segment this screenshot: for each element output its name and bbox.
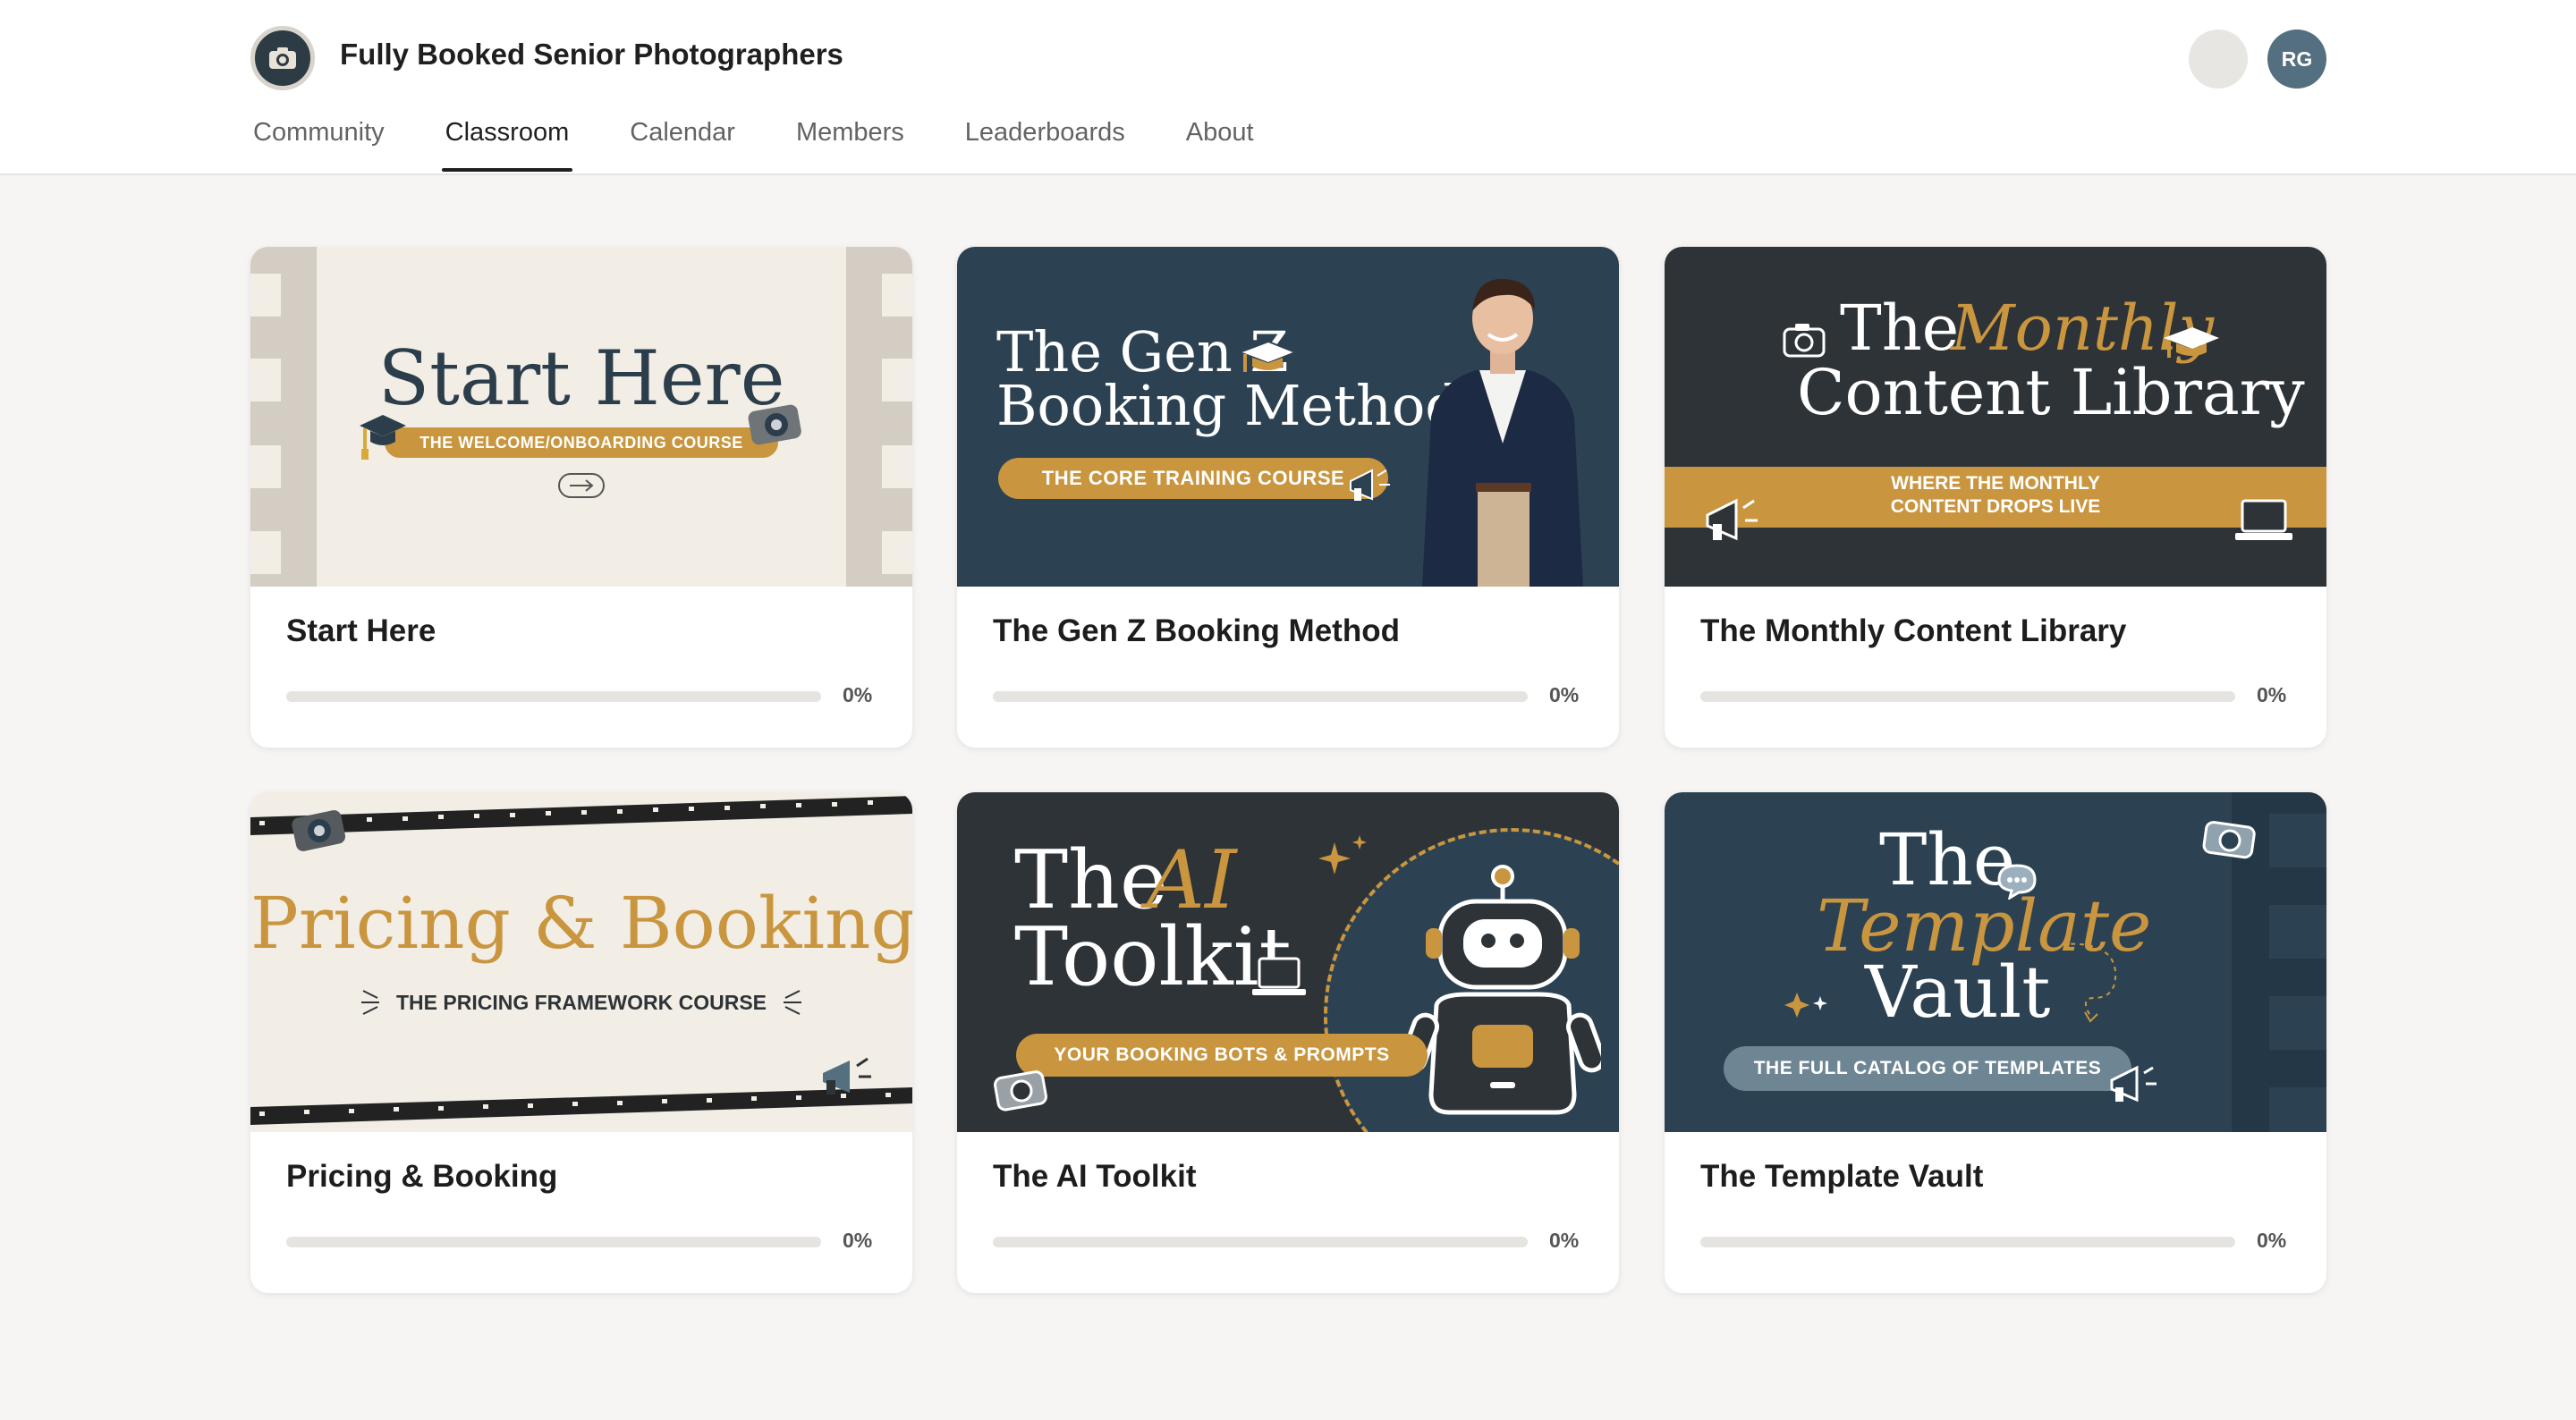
- course-banner: Start Here THE WELCOME/ONBOARDING COURSE: [250, 247, 912, 587]
- camera-icon: [292, 810, 346, 851]
- course-card[interactable]: The AI Toolkit YOUR BOOKING BOTS & PROMP…: [957, 792, 1619, 1293]
- course-banner: The Monthly Content Library WHERE THE MO…: [1665, 247, 2326, 587]
- squiggle-arrow-icon: [2061, 942, 2117, 1023]
- megaphone-icon: [1706, 498, 1758, 541]
- course-title: Pricing & Booking: [286, 1159, 558, 1194]
- banner-tagline: THE FULL CATALOG OF TEMPLATES: [1724, 1046, 2131, 1091]
- course-card[interactable]: The Gen Z Booking Method THE CORE TRAINI…: [957, 247, 1619, 748]
- banner-tagline: THE PRICING FRAMEWORK COURSE: [396, 991, 767, 1014]
- banner-heading: The: [1014, 833, 1168, 927]
- megaphone-icon: [2110, 1065, 2157, 1103]
- notifications-button[interactable]: [2189, 30, 2248, 89]
- banner-tagline: THE WELCOME/ONBOARDING COURSE: [385, 427, 778, 458]
- progress-bar: [1700, 1237, 2235, 1247]
- banner-heading: Vault: [1865, 951, 2051, 1034]
- camera-icon: [2202, 821, 2256, 859]
- banner-tagline: THE CORE TRAINING COURSE: [998, 458, 1388, 499]
- course-card[interactable]: Start Here THE WELCOME/ONBOARDING COURSE…: [250, 247, 912, 748]
- main-nav: Community Classroom Calendar Members Lea…: [253, 114, 1315, 175]
- sparkle-icon: [1784, 993, 1827, 1018]
- course-card[interactable]: The Monthly Content Library WHERE THE MO…: [1665, 247, 2326, 748]
- camera-icon: [269, 47, 296, 69]
- tab-community[interactable]: Community: [253, 114, 385, 175]
- banner-heading: Start Here: [377, 334, 785, 422]
- progress-percent: 0%: [1549, 683, 1580, 706]
- sparkle-icon: [1318, 835, 1367, 875]
- user-avatar[interactable]: RG: [2267, 30, 2326, 89]
- progress-percent: 0%: [843, 683, 873, 706]
- progress-percent: 0%: [2257, 683, 2287, 706]
- robot-icon: [1404, 865, 1601, 1115]
- tab-leaderboards[interactable]: Leaderboards: [965, 114, 1125, 175]
- course-banner: The AI Toolkit YOUR BOOKING BOTS & PROMP…: [957, 792, 1619, 1132]
- megaphone-icon: [823, 1057, 871, 1095]
- camera-icon: [748, 404, 801, 445]
- progress-percent: 0%: [843, 1229, 873, 1252]
- laptop-icon: [1252, 957, 1306, 995]
- course-title: The Monthly Content Library: [1700, 613, 2127, 648]
- arrow-right-icon: [558, 473, 605, 498]
- top-header: Fully Booked Senior Photographers RG Com…: [0, 0, 2576, 175]
- graduation-cap-icon: [1237, 340, 1298, 372]
- tab-calendar[interactable]: Calendar: [630, 114, 735, 175]
- course-title: The Template Vault: [1700, 1159, 1984, 1194]
- sparkle-lines-icon: [361, 990, 379, 1015]
- instructor-photo: [1422, 278, 1583, 587]
- progress-bar: [993, 1237, 1528, 1247]
- course-title: Start Here: [286, 613, 436, 648]
- film-strip: [250, 796, 912, 835]
- tab-about[interactable]: About: [1186, 114, 1254, 175]
- course-title: The Gen Z Booking Method: [993, 613, 1400, 648]
- chat-bubble-icon: [1997, 864, 2037, 900]
- film-strip: [250, 1087, 912, 1125]
- progress-bar: [1700, 691, 2235, 702]
- banner-heading: Content Library: [1797, 356, 2305, 429]
- group-logo[interactable]: [250, 26, 315, 90]
- banner-heading-accent: AI: [1147, 833, 1237, 927]
- progress-bar: [286, 1237, 821, 1247]
- banner-tagline: YOUR BOOKING BOTS & PROMPTS: [1016, 1034, 1428, 1077]
- sparkle-lines-icon: [784, 990, 801, 1015]
- tab-members[interactable]: Members: [796, 114, 904, 175]
- progress-percent: 0%: [1549, 1229, 1580, 1252]
- banner-heading: The: [1840, 292, 1960, 365]
- progress-bar: [993, 691, 1528, 702]
- camera-icon: [1783, 324, 1826, 358]
- course-card[interactable]: The Template Vault THE FULL CATALOG OF T…: [1665, 792, 2326, 1293]
- graduation-cap-icon: [2164, 327, 2219, 358]
- course-banner: Pricing & Booking THE PRICING FRAMEWORK …: [250, 792, 912, 1132]
- camera-icon: [994, 1070, 1047, 1111]
- course-banner: The Template Vault THE FULL CATALOG OF T…: [1665, 792, 2326, 1132]
- course-title: The AI Toolkit: [993, 1159, 1197, 1194]
- progress-bar: [286, 691, 821, 702]
- progress-percent: 0%: [2257, 1229, 2287, 1252]
- graduation-cap-icon: [360, 415, 406, 460]
- group-name[interactable]: Fully Booked Senior Photographers: [340, 38, 843, 72]
- banner-heading: Booking Method: [996, 373, 1461, 438]
- laptop-icon: [2235, 499, 2292, 540]
- megaphone-icon: [1350, 469, 1390, 501]
- course-card[interactable]: Pricing & Booking THE PRICING FRAMEWORK …: [250, 792, 912, 1293]
- tab-classroom[interactable]: Classroom: [441, 114, 572, 175]
- course-banner: The Gen Z Booking Method THE CORE TRAINI…: [957, 247, 1619, 587]
- banner-heading: Pricing & Booking: [250, 882, 912, 965]
